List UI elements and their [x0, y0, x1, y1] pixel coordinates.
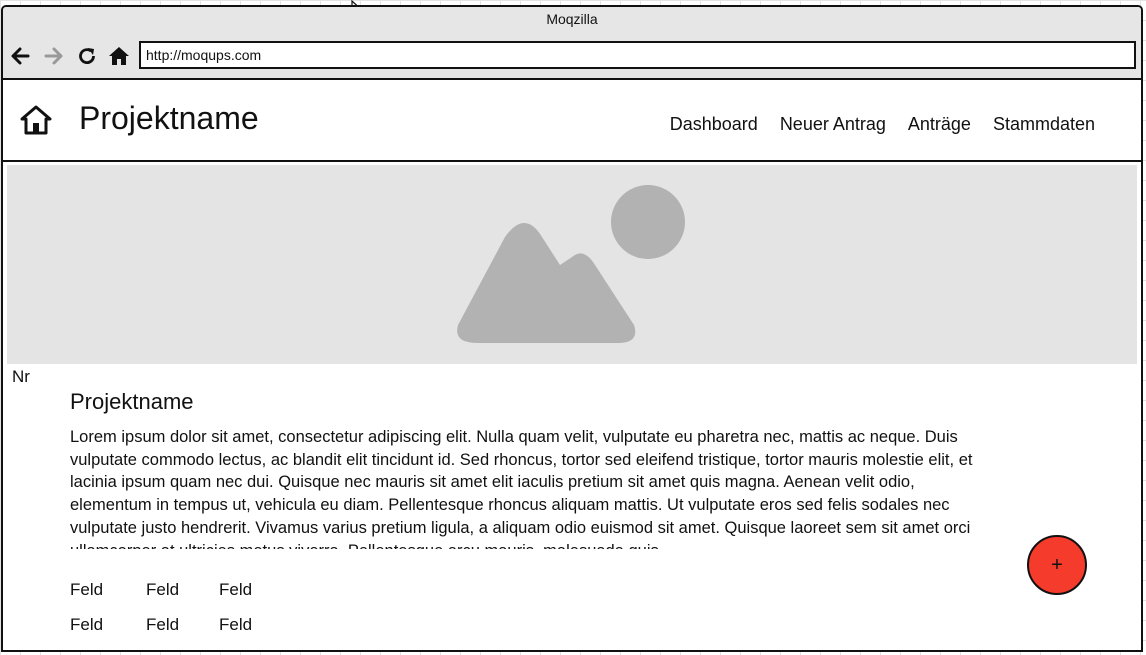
back-button[interactable]	[9, 45, 31, 67]
browser-home-button[interactable]	[108, 45, 130, 67]
field-grid: Feld Feld Feld Feld Feld Feld	[70, 580, 252, 650]
nav-item-neuer-antrag[interactable]: Neuer Antrag	[780, 114, 886, 135]
image-placeholder-icon	[457, 185, 685, 343]
nr-label: Nr	[12, 367, 30, 386]
hero-image-placeholder	[7, 165, 1137, 364]
reload-button[interactable]	[76, 45, 98, 67]
page-title: Projektname	[79, 100, 259, 136]
nav-item-antraege[interactable]: Anträge	[908, 114, 971, 135]
field-label: Feld	[219, 615, 253, 634]
arrow-right-icon	[44, 47, 63, 65]
window-title: Moqzilla	[546, 11, 598, 27]
field-row: Feld Feld Feld	[70, 580, 252, 615]
field-label: Feld	[70, 580, 104, 599]
app-header: Projektname Dashboard Neuer Antrag Anträ…	[3, 80, 1141, 162]
home-outline-icon[interactable]	[20, 104, 52, 136]
browser-titlebar: Moqzilla http://moqups.com	[3, 7, 1141, 80]
arrow-left-icon	[11, 47, 30, 65]
card-title: Projektname	[70, 389, 194, 414]
field-label: Feld	[146, 580, 180, 599]
field-label: Feld	[219, 580, 253, 599]
card-description: Lorem ipsum dolor sit amet, consectetur …	[70, 428, 973, 549]
field-label: Feld	[70, 615, 104, 634]
nav-item-stammdaten[interactable]: Stammdaten	[993, 114, 1095, 135]
add-button[interactable]: +	[1027, 535, 1087, 595]
home-icon	[109, 47, 129, 65]
nav-item-dashboard[interactable]: Dashboard	[670, 114, 758, 135]
browser-window: Moqzilla http://moqups.com Projektname D…	[1, 5, 1143, 652]
url-input[interactable]: http://moqups.com	[139, 41, 1136, 69]
reload-icon	[79, 48, 95, 65]
field-label: Feld	[146, 615, 180, 634]
field-row: Feld Feld Feld	[70, 615, 252, 650]
main-nav: Dashboard Neuer Antrag Anträge Stammdate…	[670, 114, 1095, 135]
forward-button[interactable]	[43, 45, 65, 67]
